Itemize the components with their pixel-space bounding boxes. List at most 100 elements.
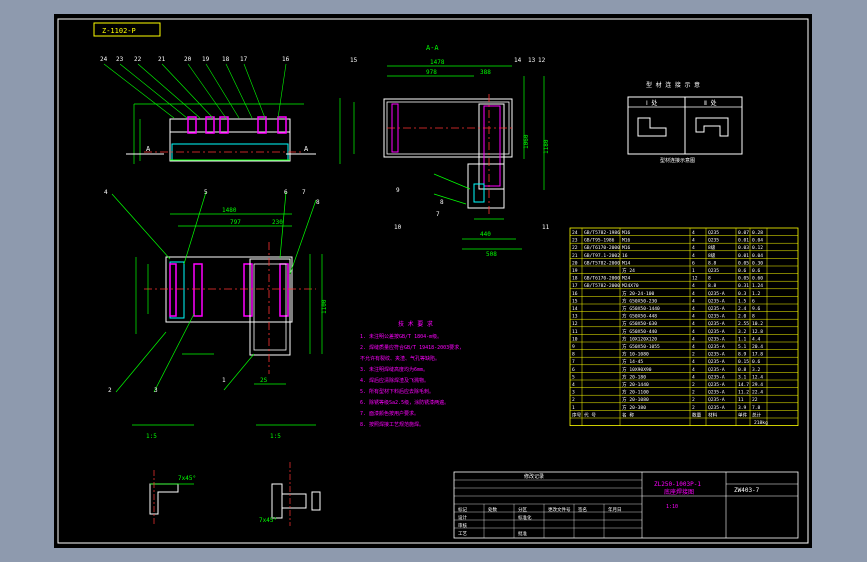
bom-cell: 方 14-45 bbox=[622, 358, 643, 365]
bom-cell: 8级 bbox=[708, 252, 716, 259]
bom-cell: 方 G50X50-630 bbox=[622, 320, 657, 327]
section-callouts: 15 14 13 12 11 10 9 87 bbox=[350, 57, 550, 231]
detail-right-slope: 7x45° bbox=[259, 517, 277, 524]
bom-cell: Q235-A bbox=[708, 359, 725, 365]
callout-number: 14 bbox=[514, 57, 522, 64]
dim-388: 388 bbox=[480, 69, 491, 76]
bom-cell: 12 bbox=[692, 276, 698, 282]
note-line: 5. 所有型材下料后应去除毛刺。 bbox=[360, 388, 434, 395]
bom-cell: 方 G50X50-448 bbox=[622, 313, 657, 320]
bom-cell: 方 20-1080 bbox=[622, 396, 649, 403]
dim-1060: 1060 bbox=[523, 134, 530, 149]
bom-row: 23 GB/T95-1986 M16 4 Q235 0.01 0.04 bbox=[572, 238, 763, 244]
bom-cell: 4 bbox=[692, 359, 695, 365]
bom-cell: 11 bbox=[738, 397, 744, 403]
bom-cell: 19 bbox=[572, 268, 578, 274]
bom-cell: 4 bbox=[692, 306, 695, 312]
bom-cell: 18 bbox=[572, 276, 578, 282]
callout-number: 8 bbox=[316, 199, 320, 206]
bom-cell: GB/T5782-2000 bbox=[584, 260, 620, 266]
bom-cell: 方 20-1440 bbox=[622, 381, 649, 388]
bom-cell: 12.8 bbox=[752, 329, 763, 335]
bom-cell: Q235-A bbox=[708, 306, 725, 312]
bom-cell: 0.05 bbox=[738, 276, 749, 282]
bom-row: 13 方 G50X50-448 4 Q235-A 2.0 8 bbox=[572, 313, 755, 320]
bom-cell: 10 bbox=[572, 336, 578, 342]
plan-view bbox=[111, 191, 323, 393]
bom-cell: 4 bbox=[692, 344, 695, 350]
bom-row: 21 GB/T97.1-2002 16 4 8级 0.01 0.04 bbox=[572, 252, 763, 259]
bom-cell: 方 G50X50-1055 bbox=[622, 343, 660, 350]
bom-cell: Q235-A bbox=[708, 352, 725, 358]
bom-header-row: 序号代 号 名 称 数量 材料 单件 总计 bbox=[572, 411, 762, 418]
bom-cell: 0.3 bbox=[738, 291, 747, 297]
callout-number: 23 bbox=[116, 56, 124, 63]
bom-row: 4 方 20-1440 2 Q235-A 14.7 29.4 bbox=[572, 381, 763, 388]
bom-cell: 4 bbox=[692, 374, 695, 380]
bom-cell: 方 20-380 bbox=[622, 404, 646, 411]
bom-cell: Q235-A bbox=[708, 291, 725, 297]
bom-cell: 1.24 bbox=[752, 283, 763, 289]
bom-header-cell: 单件 bbox=[738, 411, 748, 418]
change-table-cell: 标记 bbox=[458, 506, 467, 513]
section-view bbox=[339, 65, 545, 250]
dim-1100: 1100 bbox=[321, 299, 328, 314]
bom-header-cell: 名 称 bbox=[622, 411, 634, 418]
bom-cell: 0.6 bbox=[752, 268, 761, 274]
bom-cell: 24 bbox=[572, 230, 578, 236]
notes-heading: 技 术 要 求 bbox=[398, 320, 433, 328]
bom-cell: 方 G50X50-230 bbox=[622, 297, 657, 304]
cad-viewport: Z-1102-P A A 24 23 22 21 20 19 18 17 16 … bbox=[0, 0, 867, 562]
bom-cell: 8.8 bbox=[708, 260, 717, 266]
bom-cell: 15 bbox=[572, 298, 578, 304]
change-table-cell: 设计 bbox=[458, 514, 467, 521]
bom-cell: 4 bbox=[692, 291, 695, 297]
callout-number: 4 bbox=[104, 189, 108, 196]
change-table-cell: 审核 bbox=[458, 522, 467, 529]
bom-cell: 2.4 bbox=[738, 306, 747, 312]
title-block: 修改记录标记 处数 分区 更改文件号 签名 年月日设计 标准化审核工艺 批准 ZL250-100… bbox=[453, 471, 799, 539]
bom-cell: 3.2 bbox=[752, 367, 761, 373]
bom-cell: Q235-A bbox=[708, 298, 725, 304]
note-line: 3. 未注明焊缝高度均为6mm。 bbox=[360, 366, 428, 373]
bom-cell: 1 bbox=[572, 405, 575, 411]
bom-cell: M24 bbox=[622, 276, 631, 282]
bom-cell: 0.04 bbox=[752, 253, 763, 259]
bom-cell: Q235-A bbox=[708, 321, 725, 327]
bom-row: 6 方 10X90X90 4 Q235-A 0.8 3.2 bbox=[572, 366, 761, 373]
callout-number: 6 bbox=[284, 189, 288, 196]
bom-cell: 方 G50X50-1440 bbox=[622, 305, 660, 312]
bom-cell: GB/T6170-2000 bbox=[584, 245, 620, 251]
notes-lines: 1. 未注明公差按GB/T 1804-m级。 2. 焊缝质量应符合GB/T 194… bbox=[360, 333, 464, 428]
bom-cell: 14.7 bbox=[738, 382, 749, 388]
leader-line bbox=[103, 63, 175, 119]
drawing-code: ZW403-7 bbox=[734, 487, 760, 494]
bom-cell: 2.0 bbox=[738, 314, 747, 320]
connection-left-label: Ⅰ 处 bbox=[646, 99, 657, 107]
bom-cell: 10.2 bbox=[752, 321, 763, 327]
bom-row: 10 方 10X120X120 4 Q235-A 1.1 4.4 bbox=[572, 335, 761, 342]
bom-cell: 0.8 bbox=[738, 367, 747, 373]
bom-cell: 3.9 bbox=[738, 405, 747, 411]
callout-number: 20 bbox=[184, 56, 192, 63]
bom-cell: 2 bbox=[572, 397, 575, 403]
bom-cell: 4.4 bbox=[752, 336, 761, 342]
leader-line bbox=[187, 63, 227, 119]
bom-cell: Q235-A bbox=[708, 367, 725, 373]
change-table-cell: 标准化 bbox=[518, 514, 532, 521]
bom-cell: Q235-A bbox=[708, 405, 725, 411]
note-line: 2. 焊缝质量应符合GB/T 19418-2003要求， bbox=[360, 344, 464, 351]
drawing-sheet: Z-1102-P A A 24 23 22 21 20 19 18 17 16 … bbox=[54, 14, 812, 548]
change-table-cell: 批准 bbox=[518, 530, 527, 537]
bom-total-weight: 218kg bbox=[754, 420, 768, 426]
bom-cell: 0.03 bbox=[738, 245, 749, 251]
bom-cell: 0.31 bbox=[738, 283, 749, 289]
bom-cell: 方 10X120X120 bbox=[622, 335, 657, 342]
callout-number: 19 bbox=[202, 56, 210, 63]
bom-cell: 方 G50X50-440 bbox=[622, 328, 657, 335]
leader-line bbox=[205, 63, 240, 119]
bom-cell: 3.2 bbox=[738, 329, 747, 335]
bom-cell: 0.05 bbox=[738, 260, 749, 266]
callout-number: 18 bbox=[222, 56, 230, 63]
bom-cell: 1 bbox=[692, 268, 695, 274]
